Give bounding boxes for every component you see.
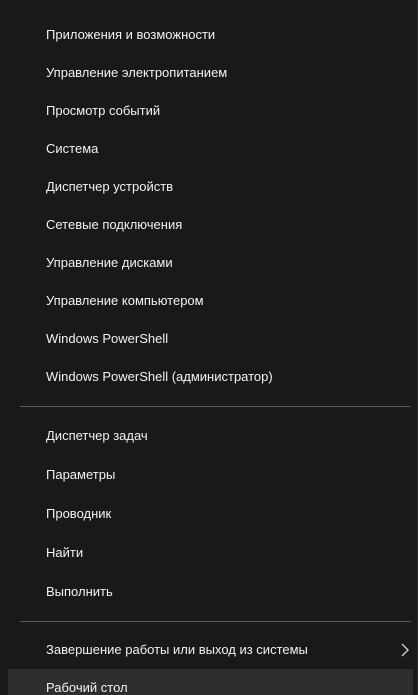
menu-item-desktop[interactable]: Рабочий стол bbox=[8, 669, 413, 695]
menu-item-label: Завершение работы или выход из системы bbox=[46, 642, 308, 657]
menu-item-run[interactable]: Выполнить bbox=[0, 572, 417, 611]
menu-item-computer-management[interactable]: Управление компьютером bbox=[0, 282, 417, 320]
menu-item-search[interactable]: Найти bbox=[0, 533, 417, 572]
menu-item-settings[interactable]: Параметры bbox=[0, 455, 417, 494]
menu-item-device-manager[interactable]: Диспетчер устройств bbox=[0, 168, 417, 206]
menu-separator bbox=[20, 621, 411, 622]
menu-item-event-viewer[interactable]: Просмотр событий bbox=[0, 92, 417, 130]
menu-item-powershell-admin[interactable]: Windows PowerShell (администратор) bbox=[0, 358, 417, 396]
menu-group-utilities: Диспетчер задач Параметры Проводник Найт… bbox=[0, 416, 417, 611]
menu-item-disk-management[interactable]: Управление дисками bbox=[0, 244, 417, 282]
menu-item-file-explorer[interactable]: Проводник bbox=[0, 494, 417, 533]
menu-item-powershell[interactable]: Windows PowerShell bbox=[0, 320, 417, 358]
menu-item-apps-and-features[interactable]: Приложения и возможности bbox=[0, 16, 417, 54]
menu-item-system[interactable]: Система bbox=[0, 130, 417, 168]
menu-item-network-connections[interactable]: Сетевые подключения bbox=[0, 206, 417, 244]
menu-group-system-tools: Приложения и возможности Управление элек… bbox=[0, 0, 417, 396]
menu-item-shutdown-or-sign-out[interactable]: Завершение работы или выход из системы bbox=[0, 631, 417, 669]
menu-separator bbox=[20, 406, 411, 407]
chevron-right-icon bbox=[399, 631, 411, 669]
menu-item-power-options[interactable]: Управление электропитанием bbox=[0, 54, 417, 92]
winx-context-menu: Приложения и возможности Управление элек… bbox=[0, 0, 418, 695]
menu-item-task-manager[interactable]: Диспетчер задач bbox=[0, 416, 417, 455]
menu-group-session: Завершение работы или выход из системы Р… bbox=[0, 631, 417, 695]
